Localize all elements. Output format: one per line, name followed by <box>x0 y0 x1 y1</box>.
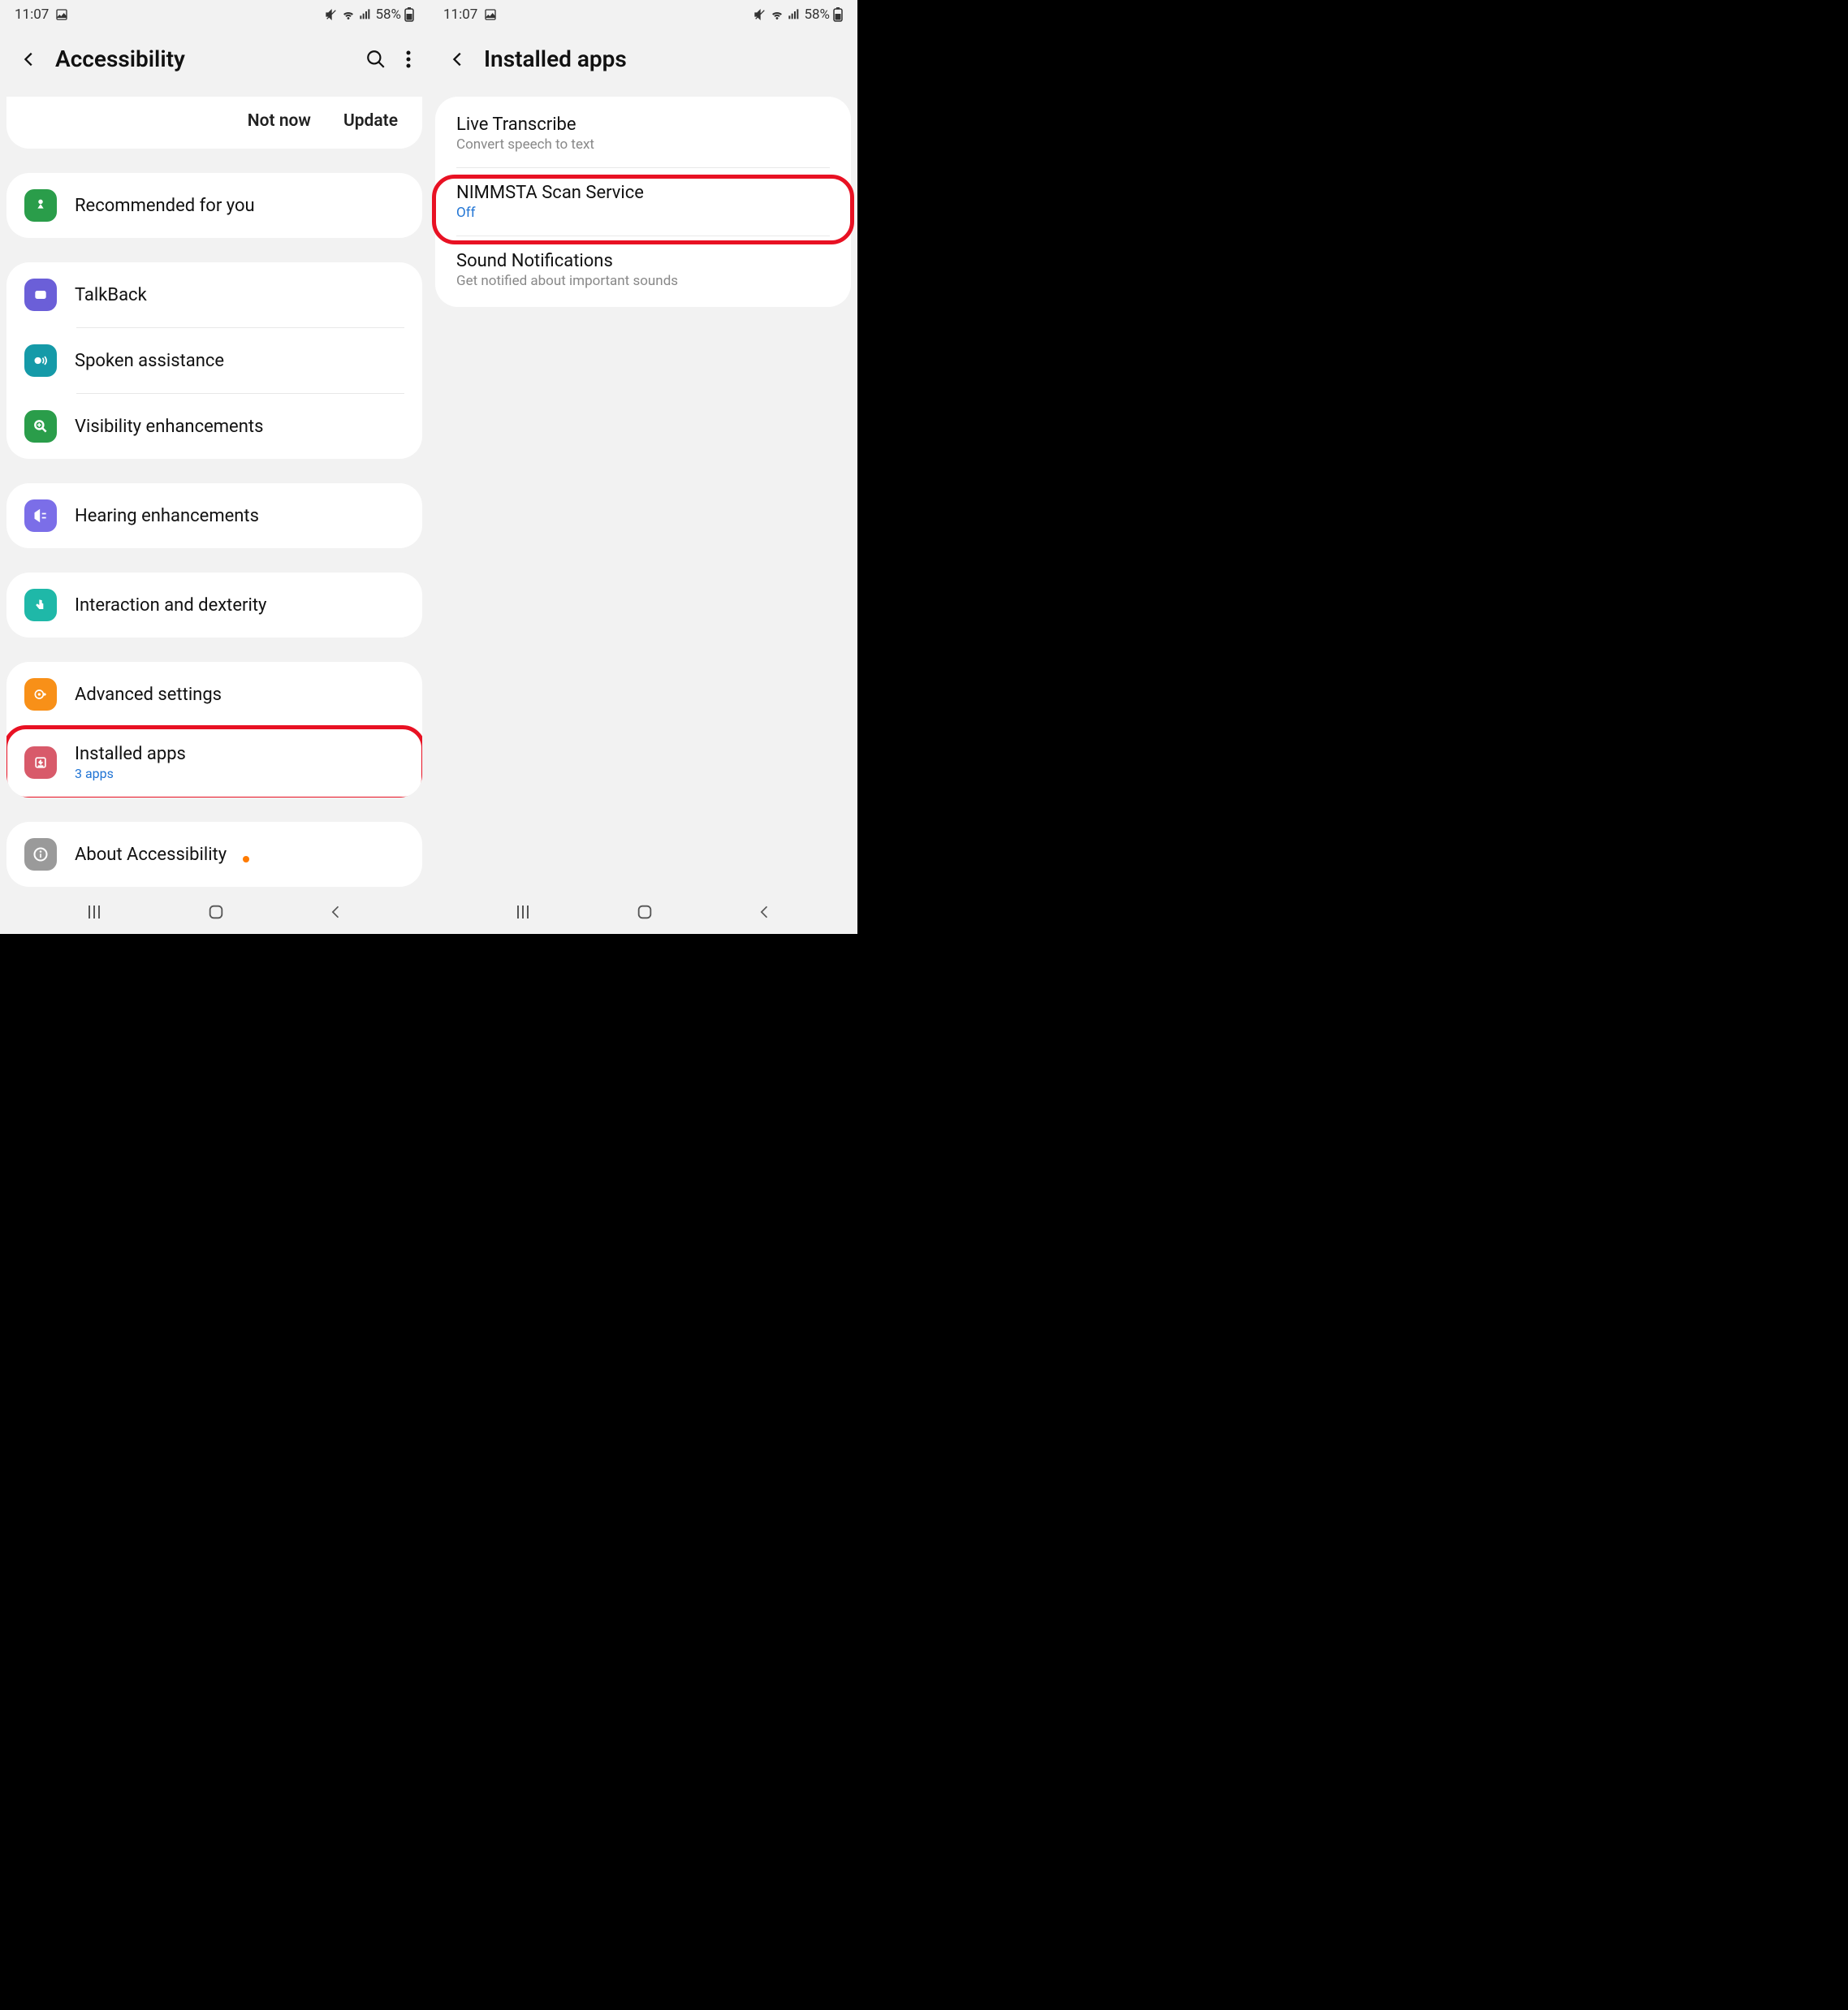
interaction-icon <box>24 589 57 621</box>
status-bar: 11:07 58% <box>429 0 857 29</box>
page-title: Accessibility <box>55 45 351 72</box>
page-title: Installed apps <box>484 45 840 72</box>
row-sublabel: 3 apps <box>75 766 404 781</box>
item-sub: Get notified about important sounds <box>456 273 830 289</box>
status-bar: 11:07 58% <box>0 0 429 29</box>
back-nav-button[interactable] <box>328 904 344 920</box>
status-time: 11:07 <box>15 6 49 23</box>
recents-button[interactable] <box>513 902 533 922</box>
item-title: Live Transcribe <box>456 115 830 135</box>
battery-percent: 58% <box>375 6 401 23</box>
recents-button[interactable] <box>84 902 104 922</box>
about-icon <box>24 838 57 871</box>
row-label: Recommended for you <box>75 196 404 216</box>
row-label: Advanced settings <box>75 685 404 705</box>
item-sub: Convert speech to text <box>456 136 830 153</box>
row-label: Interaction and dexterity <box>75 595 404 616</box>
home-button[interactable] <box>636 903 654 921</box>
hearing-icon <box>24 499 57 532</box>
item-title: Sound Notifications <box>456 251 830 271</box>
battery-icon <box>404 7 414 22</box>
header: Installed apps <box>429 29 857 97</box>
item-sub: Off <box>456 205 830 221</box>
row-visibility[interactable]: Visibility enhancements <box>6 394 422 459</box>
spoken-icon <box>24 344 57 377</box>
picture-icon <box>484 8 497 21</box>
home-button[interactable] <box>207 903 225 921</box>
row-interaction[interactable]: Interaction and dexterity <box>6 573 422 638</box>
list-item[interactable]: Sound Notifications Get notified about i… <box>435 236 851 304</box>
advanced-icon <box>24 678 57 711</box>
mute-icon <box>753 8 766 21</box>
status-time: 11:07 <box>443 6 477 23</box>
signal-icon <box>788 8 801 21</box>
apps-list: Live Transcribe Convert speech to text N… <box>435 97 851 307</box>
person-icon <box>24 189 57 222</box>
wifi-icon <box>341 7 356 22</box>
update-button[interactable]: Update <box>343 111 398 131</box>
search-icon[interactable] <box>365 49 386 70</box>
list-item[interactable]: Live Transcribe Convert speech to text <box>435 100 851 167</box>
update-bar: Not now Update <box>6 97 422 149</box>
row-installed-apps[interactable]: Installed apps 3 apps <box>6 728 422 798</box>
item-title: NIMMSTA Scan Service <box>456 183 830 203</box>
nav-bar <box>429 890 857 934</box>
row-label: Visibility enhancements <box>75 417 404 437</box>
row-talkback[interactable]: TalkBack <box>6 262 422 327</box>
visibility-icon <box>24 410 57 443</box>
not-now-button[interactable]: Not now <box>248 111 311 131</box>
row-label: Installed apps <box>75 744 404 764</box>
signal-icon <box>359 8 372 21</box>
battery-percent: 58% <box>804 6 830 23</box>
battery-icon <box>833 7 843 22</box>
row-about[interactable]: About Accessibility <box>6 822 422 887</box>
phone-left: 11:07 58% Accessibility Not now Update <box>0 0 429 934</box>
picture-icon <box>55 8 68 21</box>
phone-right: 11:07 58% Installed apps Live Transcribe… <box>429 0 857 934</box>
mute-icon <box>325 8 338 21</box>
wifi-icon <box>770 7 784 22</box>
more-icon[interactable] <box>406 50 411 69</box>
installed-icon <box>24 746 57 779</box>
row-hearing[interactable]: Hearing enhancements <box>6 483 422 548</box>
talkback-icon <box>24 279 57 311</box>
notification-dot <box>243 856 249 862</box>
header: Accessibility <box>0 29 429 97</box>
row-label: Hearing enhancements <box>75 506 404 526</box>
nav-bar <box>0 890 429 934</box>
list-item-nimmsta[interactable]: NIMMSTA Scan Service Off <box>435 168 851 236</box>
back-button[interactable] <box>447 48 469 71</box>
row-recommended[interactable]: Recommended for you <box>6 173 422 238</box>
row-label: Spoken assistance <box>75 351 404 371</box>
row-label: About Accessibility <box>75 845 404 865</box>
back-button[interactable] <box>18 48 41 71</box>
row-advanced[interactable]: Advanced settings <box>6 662 422 727</box>
row-spoken[interactable]: Spoken assistance <box>6 328 422 393</box>
row-label: TalkBack <box>75 285 404 305</box>
back-nav-button[interactable] <box>757 904 773 920</box>
